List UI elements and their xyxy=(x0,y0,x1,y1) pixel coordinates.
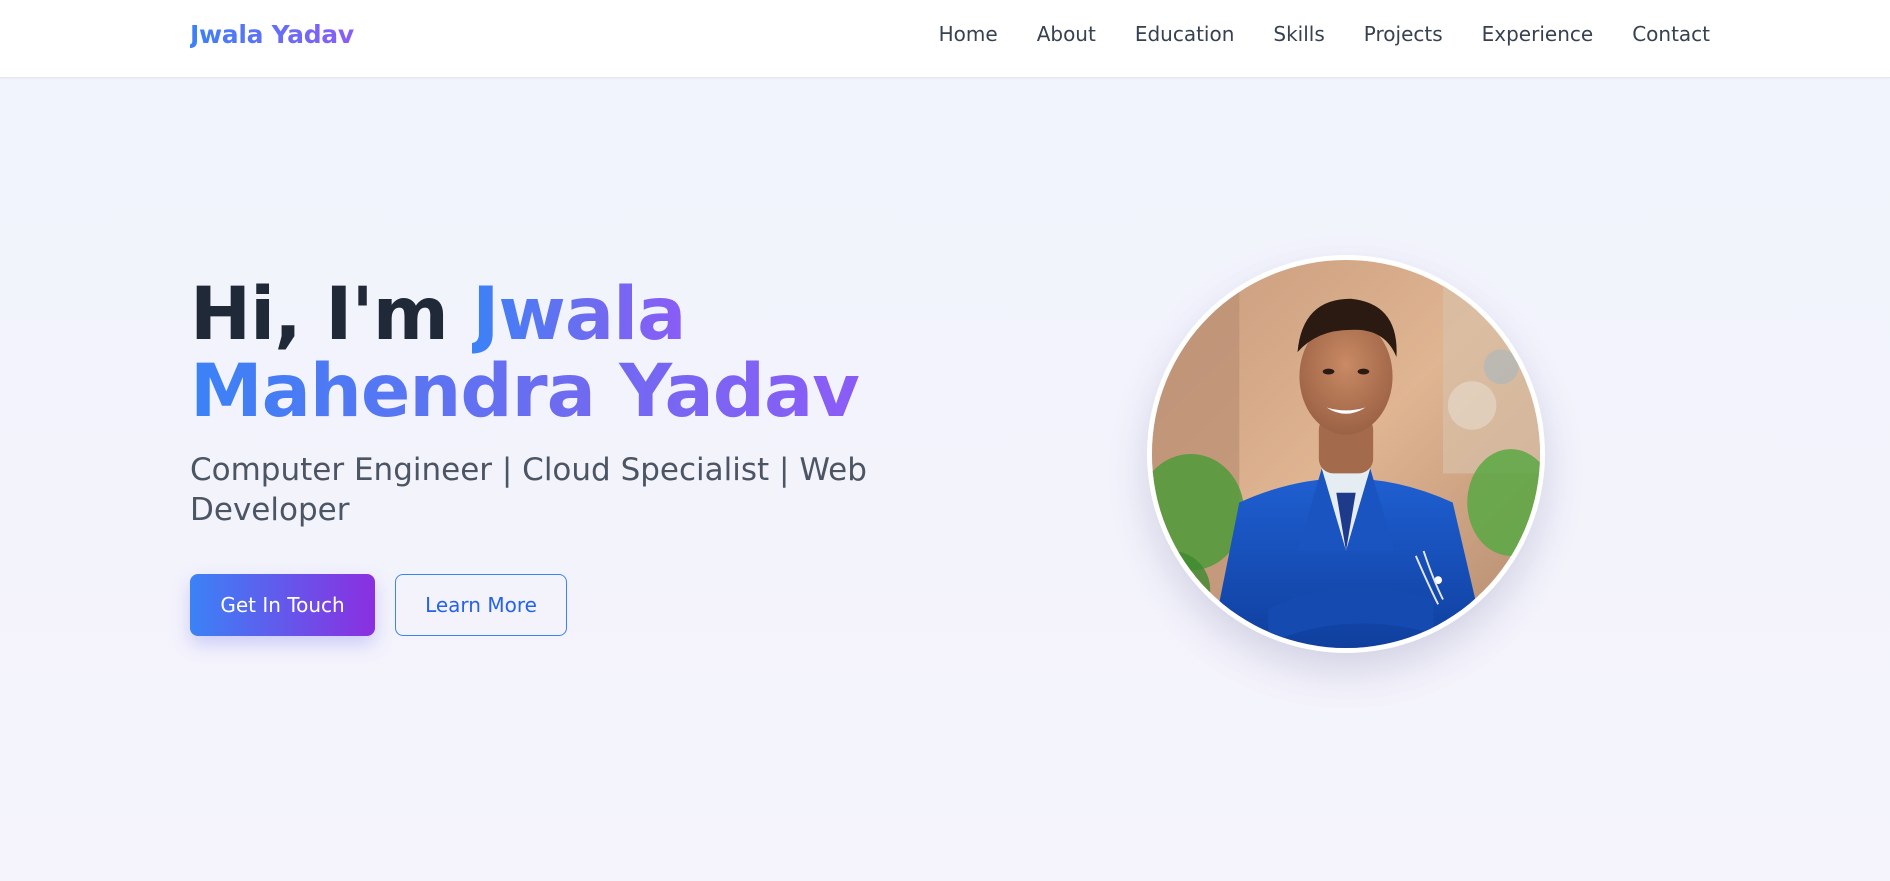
get-in-touch-button[interactable]: Get In Touch xyxy=(190,574,375,636)
nav-item-projects[interactable]: Projects xyxy=(1364,22,1443,46)
nav-item-contact[interactable]: Contact xyxy=(1632,22,1710,46)
hero-name-first: Jwala xyxy=(472,272,686,357)
brand-logo[interactable]: Jwala Yadav xyxy=(190,20,354,49)
hero-title: Hi, I'm Jwala Mahendra Yadav xyxy=(190,276,910,430)
nav-item-education[interactable]: Education xyxy=(1135,22,1235,46)
nav-item-about[interactable]: About xyxy=(1037,22,1096,46)
top-navbar: Jwala Yadav Home About Education Skills … xyxy=(0,0,1890,78)
nav-links: Home About Education Skills Projects Exp… xyxy=(939,22,1710,46)
hero-greeting: Hi, I'm xyxy=(190,272,449,357)
nav-item-skills[interactable]: Skills xyxy=(1273,22,1324,46)
nav-item-home[interactable]: Home xyxy=(939,22,998,46)
learn-more-button[interactable]: Learn More xyxy=(395,574,567,636)
nav-item-experience[interactable]: Experience xyxy=(1482,22,1594,46)
hero-name-rest: Mahendra Yadav xyxy=(190,349,860,434)
profile-photo xyxy=(1152,260,1540,648)
profile-image-frame xyxy=(1147,255,1545,653)
hero-actions: Get In Touch Learn More xyxy=(190,574,910,636)
hero-section: Hi, I'm Jwala Mahendra Yadav Computer Eng… xyxy=(190,276,910,636)
hero-subtitle: Computer Engineer | Cloud Specialist | W… xyxy=(190,452,867,528)
